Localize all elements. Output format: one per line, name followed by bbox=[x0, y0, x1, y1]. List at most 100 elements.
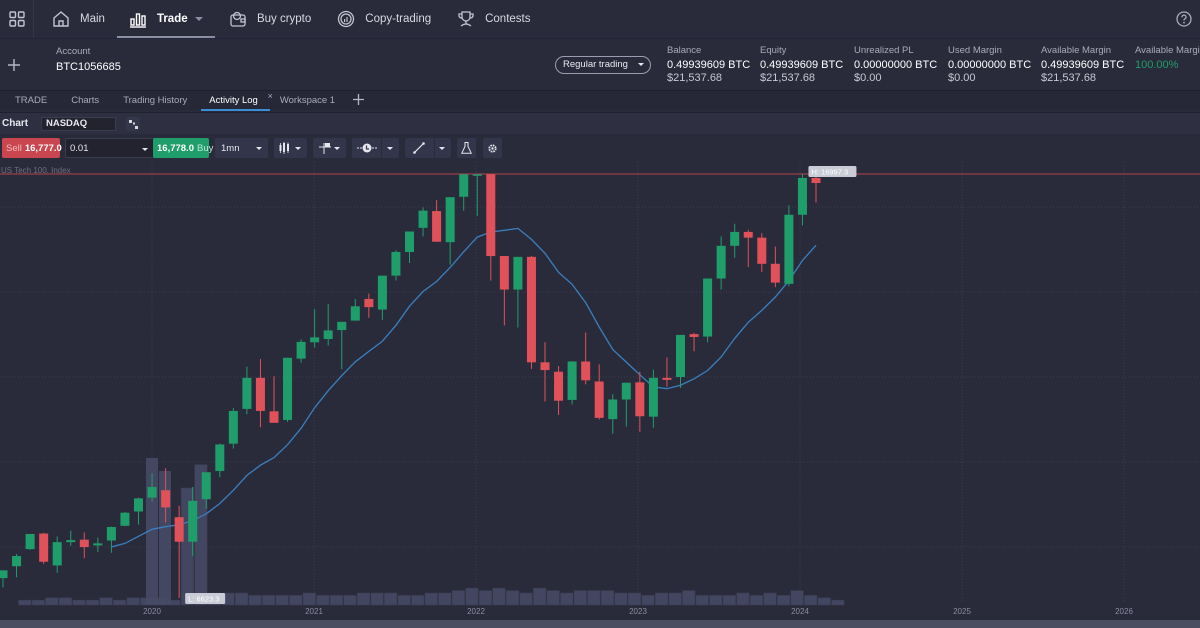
nodes-icon bbox=[128, 119, 138, 129]
candle-body bbox=[283, 357, 293, 420]
high-label: H: 16997.3 bbox=[811, 168, 848, 177]
nav-contests[interactable]: Contests bbox=[445, 0, 542, 38]
chevron-down-icon bbox=[638, 63, 644, 66]
volume-bar bbox=[275, 595, 289, 606]
bar-chart-icon bbox=[129, 10, 147, 28]
timeline-button[interactable] bbox=[352, 138, 399, 158]
sell-button[interactable]: Sell 16,777.0 bbox=[2, 138, 62, 158]
symbol-input[interactable]: NASDAQ bbox=[41, 117, 116, 131]
chevron-down-icon bbox=[142, 148, 148, 151]
trophy-icon bbox=[457, 10, 475, 28]
drawing-tools-button[interactable] bbox=[405, 138, 451, 158]
volume-bar bbox=[356, 592, 371, 606]
account-id[interactable]: BTC1056685 bbox=[56, 61, 121, 73]
nav-main-label: Main bbox=[80, 13, 105, 25]
workspace-tabs: TRADE Charts Trading History Activity Lo… bbox=[0, 90, 1200, 111]
question-icon bbox=[1176, 11, 1192, 27]
volume-bar bbox=[370, 592, 384, 606]
candle-body bbox=[174, 517, 184, 542]
volume-bar bbox=[465, 587, 479, 606]
volume-bar bbox=[113, 599, 127, 606]
candle-body bbox=[39, 533, 49, 562]
nav-copy-trading[interactable]: Copy-trading bbox=[325, 0, 443, 38]
volume-bar bbox=[831, 599, 845, 606]
volume-bar bbox=[72, 599, 86, 606]
compare-symbols-button[interactable] bbox=[126, 117, 140, 131]
chart-area[interactable]: H: 16997.3 L: 6623.3 2020 2021 2022 2023 2024 2… bbox=[0, 162, 1200, 628]
timeframe-select[interactable]: 1mn bbox=[215, 138, 268, 158]
candle-body bbox=[269, 411, 279, 423]
copy-trading-icon bbox=[337, 10, 355, 28]
volume-bar bbox=[248, 595, 262, 606]
chart-label: Chart bbox=[2, 118, 29, 129]
volume-bar bbox=[235, 592, 249, 606]
chevron-down-icon bbox=[194, 17, 203, 21]
volume-bar bbox=[533, 587, 547, 606]
tab-charts[interactable]: Charts bbox=[63, 91, 107, 111]
volume-bar bbox=[58, 597, 72, 606]
volume-bar bbox=[343, 595, 357, 606]
candlestick-chart[interactable]: H: 16997.3 L: 6623.3 2020 2021 2022 2023 2024 2… bbox=[0, 162, 1200, 628]
nav-copy-trading-label: Copy-trading bbox=[365, 13, 432, 25]
tab-activity-log-label: Activity Log bbox=[209, 94, 258, 106]
chevron-down-icon bbox=[256, 147, 262, 150]
timeline-navigator[interactable] bbox=[0, 620, 1200, 628]
candle-body bbox=[703, 278, 713, 337]
apps-menu-button[interactable] bbox=[0, 0, 34, 38]
volume-bar bbox=[85, 599, 100, 606]
quantity-select[interactable]: 0.01 bbox=[65, 138, 155, 158]
nav-trade[interactable]: Trade bbox=[116, 0, 215, 38]
volume-bar bbox=[478, 590, 493, 606]
candle-body bbox=[689, 334, 699, 337]
indicators-button[interactable] bbox=[313, 138, 346, 158]
candle-body bbox=[93, 543, 103, 546]
stat-btc: 0.49939609 BTC bbox=[760, 59, 844, 71]
sell-price: 16,777.0 bbox=[24, 142, 62, 154]
volume-bar bbox=[329, 595, 343, 606]
stat-label: Balance bbox=[667, 45, 702, 56]
help-button[interactable] bbox=[1176, 11, 1192, 32]
nav-main[interactable]: Main bbox=[40, 0, 117, 38]
tab-activity-log[interactable]: Activity Log × bbox=[201, 91, 273, 111]
candle-body bbox=[25, 533, 35, 550]
volume-bar bbox=[695, 595, 709, 606]
trading-mode-select[interactable]: Regular trading bbox=[555, 56, 651, 74]
tab-trade[interactable]: TRADE bbox=[0, 91, 55, 111]
stat-label: Unrealized PL bbox=[854, 45, 914, 56]
volume-bar bbox=[424, 592, 438, 606]
tab-workspace-1[interactable]: Workspace 1 bbox=[272, 91, 343, 111]
volume-bar bbox=[587, 590, 601, 606]
stat-label: Equity bbox=[760, 45, 787, 56]
volume-bar bbox=[451, 590, 465, 606]
volume-bar bbox=[641, 595, 655, 606]
trading-mode-value: Regular trading bbox=[563, 59, 628, 70]
candle-body bbox=[147, 486, 157, 498]
gear-icon bbox=[488, 143, 497, 153]
x-tick-label: 2022 bbox=[467, 607, 485, 616]
volume-bar bbox=[817, 597, 831, 606]
plus-icon bbox=[8, 59, 20, 71]
volume-bar bbox=[736, 592, 750, 606]
add-account-button[interactable] bbox=[8, 55, 20, 76]
volume-bar bbox=[18, 599, 32, 606]
candle-body bbox=[662, 377, 672, 380]
series-name: US Tech 100. Index bbox=[1, 166, 71, 175]
stat-btc: 0.49939609 BTC bbox=[1041, 59, 1125, 71]
candle-body bbox=[350, 306, 360, 321]
add-tab-button[interactable] bbox=[353, 92, 365, 110]
buy-price: 16,778.0 bbox=[157, 142, 194, 154]
chart-type-button[interactable] bbox=[274, 138, 307, 158]
sell-label: Sell bbox=[6, 142, 22, 154]
strategy-lab-button[interactable] bbox=[457, 138, 476, 158]
nav-buy-crypto-label: Buy crypto bbox=[256, 13, 312, 25]
volume-bar bbox=[438, 592, 452, 606]
candle-body bbox=[337, 321, 347, 331]
buy-button[interactable]: 16,778.0 Buy bbox=[153, 138, 213, 158]
x-tick-label: 2020 bbox=[143, 607, 161, 616]
nav-buy-crypto[interactable]: Buy crypto bbox=[217, 0, 323, 38]
candle-body bbox=[445, 197, 455, 243]
candle-body bbox=[120, 512, 130, 526]
stat-percent: 100.00% bbox=[1135, 59, 1179, 71]
chart-settings-button[interactable] bbox=[483, 138, 502, 158]
tab-trading-history[interactable]: Trading History bbox=[115, 91, 195, 111]
